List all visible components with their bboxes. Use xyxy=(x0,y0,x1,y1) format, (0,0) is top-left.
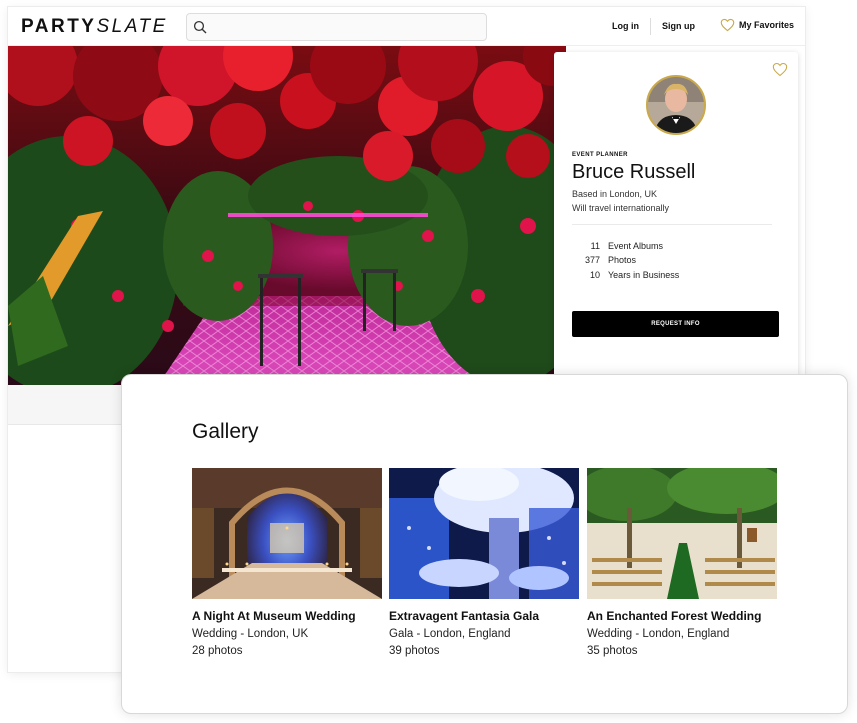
gallery-item-title[interactable]: An Enchanted Forest Wedding xyxy=(587,609,777,623)
top-navigation-bar: PARTYSLATE Log in Sign up My Favorites xyxy=(8,7,805,46)
stat-label: Years in Business xyxy=(608,270,680,280)
gallery-thumbnail[interactable] xyxy=(587,468,777,599)
page: PARTYSLATE Log in Sign up My Favorites E… xyxy=(0,0,857,723)
search-input[interactable] xyxy=(186,13,487,41)
gallery-title: Gallery xyxy=(192,420,259,443)
planner-profile-card: EVENT PLANNER Bruce Russell Based in Lon… xyxy=(554,52,798,378)
fantasia-gala-photo xyxy=(389,468,579,599)
search-icon xyxy=(193,20,207,34)
avatar-photo xyxy=(648,77,704,133)
signup-link[interactable]: Sign up xyxy=(662,21,695,31)
my-favorites-link[interactable]: My Favorites xyxy=(720,18,794,32)
favorites-label: My Favorites xyxy=(739,20,795,30)
gallery-item-title[interactable]: A Night At Museum Wedding xyxy=(192,609,382,623)
stat-value: 10 xyxy=(589,270,600,280)
login-link[interactable]: Log in xyxy=(612,21,639,31)
nav-divider xyxy=(650,18,651,35)
partyslate-logo[interactable]: PARTYSLATE xyxy=(21,16,168,38)
profile-travel: Will travel internationally xyxy=(572,203,670,213)
favorite-heart-icon xyxy=(720,18,735,32)
profile-location: Based in London, UK xyxy=(572,189,658,199)
gallery-card: Gallery A Night At Museum Wedding Weddin… xyxy=(121,374,848,714)
logo-party: PARTY xyxy=(21,16,97,37)
request-info-button[interactable]: REQUEST INFO xyxy=(572,311,779,337)
heart-icon[interactable] xyxy=(772,62,788,77)
gallery-item-subtitle: Wedding - London, UK xyxy=(192,628,309,640)
gallery-item-count: 35 photos xyxy=(587,645,638,657)
profile-name: Bruce Russell xyxy=(572,161,696,183)
gallery-item-title[interactable]: Extravagent Fantasia Gala xyxy=(389,609,579,623)
gallery-item[interactable]: An Enchanted Forest Wedding Wedding - Lo… xyxy=(587,468,777,657)
enchanted-forest-wedding-photo xyxy=(587,468,777,599)
gallery-item[interactable]: A Night At Museum Wedding Wedding - Lond… xyxy=(192,468,382,657)
hero-image xyxy=(8,46,566,385)
stat-value: 377 xyxy=(584,255,600,265)
hero-event-photo[interactable] xyxy=(8,46,566,385)
stat-label: Photos xyxy=(608,255,637,265)
stat-value: 11 xyxy=(590,241,600,251)
gallery-item-subtitle: Gala - London, England xyxy=(389,628,511,640)
profile-role: EVENT PLANNER xyxy=(572,152,628,158)
gallery-item-subtitle: Wedding - London, England xyxy=(587,628,730,640)
museum-wedding-photo xyxy=(192,468,382,599)
gallery-item[interactable]: Extravagent Fantasia Gala Gala - London,… xyxy=(389,468,579,657)
stat-event-albums: 11 Event Albums xyxy=(572,241,663,251)
logo-slate: SLATE xyxy=(96,16,168,37)
gallery-thumbnail[interactable] xyxy=(192,468,382,599)
gallery-item-count: 28 photos xyxy=(192,645,243,657)
profile-divider xyxy=(572,224,772,225)
stat-label: Event Albums xyxy=(608,241,664,251)
avatar xyxy=(646,75,706,135)
stat-years-in-business: 10 Years in Business xyxy=(572,270,679,280)
stat-photos: 377 Photos xyxy=(572,255,636,265)
gallery-item-count: 39 photos xyxy=(389,645,440,657)
gallery-thumbnail[interactable] xyxy=(389,468,579,599)
